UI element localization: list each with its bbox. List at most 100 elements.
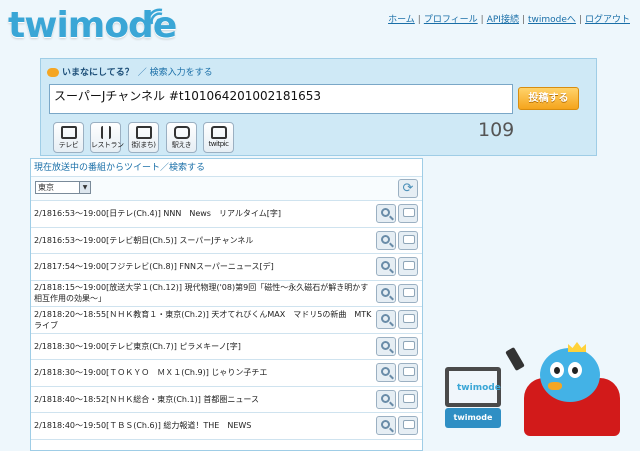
category-town-button[interactable]: 街(まち) <box>128 122 159 153</box>
program-title[interactable]: 2/1818:15～19:00[放送大学１(Ch.12)] 現代物理('08)第… <box>34 281 372 307</box>
tweet-text-input[interactable]: スーパーJチャンネル #t101064201002181653 <box>49 84 513 114</box>
char-count: 109 <box>478 119 515 141</box>
program-list-panel: 現在放送中の番組からツイート／検索する 東京 ▼ ⟳ 2/1816:53～19:… <box>30 158 423 451</box>
program-title[interactable]: 2/1816:53～19:00[日テレ(Ch.4)] NNN News リアルタ… <box>34 201 372 227</box>
program-title[interactable]: 2/1817:54～19:00[フジテレビ(Ch.8)] FNNスーパーニュース… <box>34 254 372 280</box>
search-program-button[interactable] <box>376 257 396 276</box>
search-icon <box>381 261 390 270</box>
search-icon <box>381 393 390 403</box>
refresh-button[interactable]: ⟳ <box>398 179 418 198</box>
nav-api-link[interactable]: API接続 <box>487 15 519 25</box>
search-program-button[interactable] <box>376 336 396 356</box>
program-title[interactable]: 2/1818:20～18:55[ＮＨＫ教育１・東京(Ch.2)] 天才てれびくん… <box>34 307 372 333</box>
program-row: 2/1818:30～19:00[ＴＯＫＹＯ ＭＸ１(Ch.9)] じゃりン子チエ <box>31 360 422 387</box>
nav-home-link[interactable]: ホーム <box>388 15 415 25</box>
program-row: 2/1816:53～19:00[日テレ(Ch.4)] NNN News リアルタ… <box>31 201 422 228</box>
eye-icon <box>568 362 582 378</box>
crown-icon <box>568 342 586 352</box>
search-input-link[interactable]: ／ 検索入力をする <box>138 68 213 78</box>
region-select-value: 東京 <box>38 183 54 192</box>
station-icon <box>173 126 190 139</box>
restaurant-icon <box>100 126 111 139</box>
program-title[interactable]: 2/1818:40～19:50[ＴＢＳ(Ch.6)] 総力報道！THE NEWS <box>34 413 372 439</box>
program-row: 2/1818:40～19:50[ＴＢＳ(Ch.6)] 総力報道！THE NEWS <box>31 413 422 440</box>
category-restaurant-button[interactable]: レストラン <box>90 122 124 153</box>
tweet-program-button[interactable] <box>398 363 418 382</box>
speech-bubble-icon <box>403 367 415 376</box>
tweet-program-button[interactable] <box>398 257 418 276</box>
program-title[interactable]: 2/1818:40～18:52[ＮＨＫ総合・東京(Ch.1)] 首都圏ニュース <box>34 387 372 413</box>
bird-mascot-illustration <box>505 330 630 451</box>
search-program-button[interactable] <box>376 416 396 435</box>
nav-logout-link[interactable]: ログアウト <box>585 15 630 25</box>
program-row: 2/1818:15～19:00[放送大学１(Ch.12)] 現代物理('08)第… <box>31 281 422 307</box>
program-title[interactable]: 2/1816:53～19:00[テレビ朝日(Ch.5)] スーパーJチャンネル <box>34 228 372 254</box>
speech-bubble-icon <box>403 420 415 429</box>
speech-bubble-icon <box>47 68 59 77</box>
program-row: 2/1816:53～19:00[テレビ朝日(Ch.5)] スーパーJチャンネル <box>31 228 422 254</box>
compose-prompt-row: いまなにしてる？ ／ 検索入力をする <box>47 65 213 78</box>
speech-bubble-icon <box>403 314 415 323</box>
search-program-button[interactable] <box>376 310 396 329</box>
program-title[interactable]: 2/1818:30～19:00[ＴＯＫＹＯ ＭＸ１(Ch.9)] じゃりン子チエ <box>34 360 372 386</box>
category-station-button[interactable]: 駅えき <box>166 122 197 153</box>
compose-prompt: いまなにしてる？ <box>62 68 134 78</box>
speech-bubble-icon <box>403 393 415 403</box>
search-icon <box>381 314 390 323</box>
speech-bubble-icon <box>403 287 415 297</box>
search-program-button[interactable] <box>376 283 396 303</box>
speech-bubble-icon <box>403 261 415 270</box>
category-twitpic-button[interactable]: twitpic <box>203 122 234 153</box>
program-row: 2/1818:40～18:52[ＮＨＫ総合・東京(Ch.1)] 首都圏ニュース <box>31 387 422 413</box>
search-program-button[interactable] <box>376 363 396 382</box>
nav-separator: | <box>417 15 421 25</box>
bird-mascot <box>540 348 600 402</box>
nav-twimode-link[interactable]: twimodeへ <box>528 15 576 25</box>
category-label: レストラン <box>91 141 124 149</box>
tweet-program-button[interactable] <box>398 310 418 329</box>
filter-row: 東京 ▼ ⟳ <box>31 177 422 201</box>
tv-screen: twimode <box>445 367 501 407</box>
program-row: 2/1817:54～19:00[フジテレビ(Ch.8)] FNNスーパーニュース… <box>31 254 422 281</box>
speech-bubble-icon <box>403 340 415 350</box>
program-title[interactable]: 2/1818:30～19:00[テレビ東京(Ch.7)] ピラメキーノ[字] <box>34 334 372 360</box>
beak-icon <box>548 382 562 390</box>
speech-bubble-icon <box>403 234 415 244</box>
tv-illustration: twimode twimode <box>443 363 505 429</box>
twimode-logo[interactable]: twimode <box>8 6 177 46</box>
category-label: 街(まち) <box>131 141 156 149</box>
search-icon <box>381 340 390 350</box>
signal-wave-icon <box>146 8 163 25</box>
search-icon <box>381 287 390 297</box>
nav-separator: | <box>480 15 484 25</box>
tweet-program-button[interactable] <box>398 204 418 223</box>
top-navigation: ホーム | プロフィール | API接続 | twimodeへ | ログアウト <box>388 12 630 25</box>
tweet-program-button[interactable] <box>398 416 418 435</box>
search-icon <box>381 208 390 217</box>
search-icon <box>381 234 390 244</box>
tv-base-logo: twimode <box>445 408 501 428</box>
tv-screen-logo: twimode <box>457 383 501 393</box>
refresh-icon: ⟳ <box>402 181 414 196</box>
search-program-button[interactable] <box>376 230 396 250</box>
tv-icon <box>60 126 77 139</box>
search-icon <box>381 420 390 429</box>
search-icon <box>381 367 390 376</box>
remote-control-icon <box>505 346 525 372</box>
post-button[interactable]: 投稿する <box>518 87 579 110</box>
tweet-program-button[interactable] <box>398 336 418 356</box>
camera-icon <box>210 126 227 139</box>
speech-bubble-icon <box>403 208 415 217</box>
nav-separator: | <box>521 15 526 25</box>
category-label: テレビ <box>58 141 79 149</box>
nav-profile-link[interactable]: プロフィール <box>424 15 478 25</box>
category-tv-button[interactable]: テレビ <box>53 122 84 153</box>
search-program-button[interactable] <box>376 204 396 223</box>
tweet-program-button[interactable] <box>398 389 418 409</box>
program-row: 2/1818:30～19:00[テレビ東京(Ch.7)] ピラメキーノ[字] <box>31 334 422 360</box>
tweet-program-button[interactable] <box>398 283 418 303</box>
program-list-header: 現在放送中の番組からツイート／検索する <box>31 159 422 177</box>
region-select[interactable]: 東京 ▼ <box>35 181 91 194</box>
search-program-button[interactable] <box>376 389 396 409</box>
tweet-program-button[interactable] <box>398 230 418 250</box>
